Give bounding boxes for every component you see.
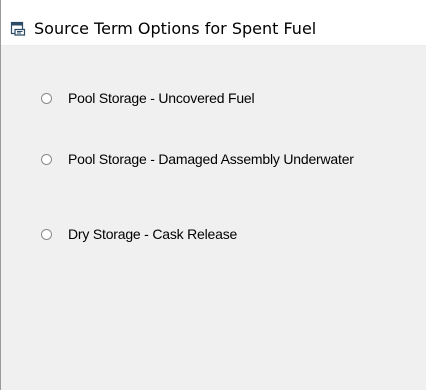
option-dry-storage-cask-release[interactable]: Dry Storage - Cask Release	[41, 224, 237, 244]
option-pool-storage-uncovered-fuel[interactable]: Pool Storage - Uncovered Fuel	[41, 88, 255, 108]
option-label[interactable]: Dry Storage - Cask Release	[68, 226, 237, 242]
radio-button[interactable]	[41, 153, 52, 165]
radio-button[interactable]	[41, 228, 52, 240]
option-label[interactable]: Pool Storage - Uncovered Fuel	[68, 90, 255, 106]
window-title: Source Term Options for Spent Fuel	[34, 19, 317, 38]
option-pool-storage-damaged-assembly-underwater[interactable]: Pool Storage - Damaged Assembly Underwat…	[41, 149, 354, 169]
radio-button[interactable]	[41, 92, 52, 104]
title-bar[interactable]: Source Term Options for Spent Fuel	[1, 0, 426, 46]
source-term-options-window: Source Term Options for Spent Fuel Pool …	[0, 0, 426, 390]
option-label[interactable]: Pool Storage - Damaged Assembly Underwat…	[68, 151, 354, 167]
form-window-icon	[10, 21, 26, 36]
